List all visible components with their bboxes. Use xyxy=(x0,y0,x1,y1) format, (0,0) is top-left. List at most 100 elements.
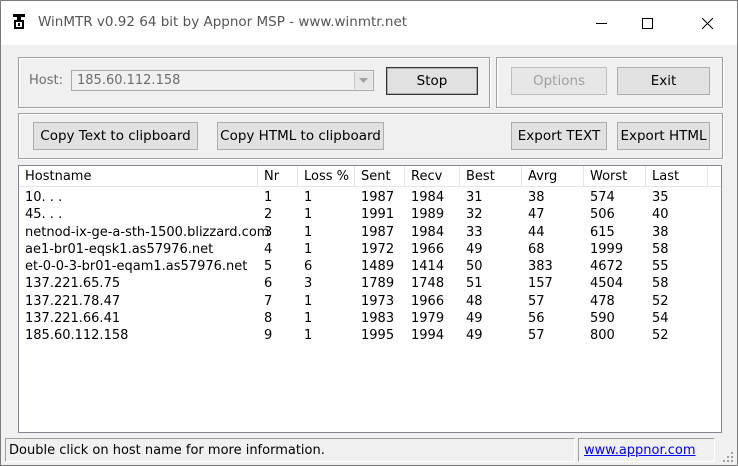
cell-recv: 1966 xyxy=(411,241,445,257)
cell-last: 54 xyxy=(652,311,669,327)
host-value: 185.60.112.158 xyxy=(77,73,181,88)
cell-last: 58 xyxy=(652,241,669,257)
table-header: Hostname Nr Loss % Sent Recv Best Avrg W… xyxy=(19,166,721,187)
cell-last: 40 xyxy=(652,207,669,223)
copy-text-button[interactable]: Copy Text to clipboard xyxy=(33,122,198,150)
cell-hostname: 137.221.65.75 xyxy=(25,276,121,292)
cell-sent: 1987 xyxy=(361,224,395,240)
cell-nr: 3 xyxy=(264,224,273,240)
cell-recv: 1979 xyxy=(411,311,445,327)
column-header-last[interactable]: Last xyxy=(646,166,708,186)
cell-nr: 8 xyxy=(264,311,273,327)
cell-worst: 800 xyxy=(590,328,615,344)
column-header-hostname[interactable]: Hostname xyxy=(19,166,258,186)
column-header-worst[interactable]: Worst xyxy=(584,166,646,186)
stop-button[interactable]: Stop xyxy=(386,67,478,95)
table-body: 10. . . 1 1 1987 1984 31 38 574 35 45. . . 2 1 1991 1… xyxy=(19,189,721,345)
cell-best: 50 xyxy=(466,259,483,275)
cell-nr: 4 xyxy=(264,241,273,257)
cell-worst: 1999 xyxy=(590,241,624,257)
table-row[interactable]: 137.221.78.47 7 1 1973 1966 48 57 478 52 xyxy=(19,293,721,310)
chevron-down-icon xyxy=(359,78,368,83)
cell-worst: 590 xyxy=(590,311,615,327)
table-row[interactable]: netnod-ix-ge-a-sth-1500.blizzard.com 3 1 19… xyxy=(19,224,721,241)
host-label: Host: xyxy=(29,73,63,88)
cell-best: 51 xyxy=(466,276,483,292)
table-row[interactable]: 10. . . 1 1 1987 1984 31 38 574 35 xyxy=(19,189,721,206)
column-header-nr[interactable]: Nr xyxy=(258,166,298,186)
close-icon xyxy=(701,17,713,29)
cell-worst: 506 xyxy=(590,207,615,223)
cell-recv: 1994 xyxy=(411,328,445,344)
table-row[interactable]: et-0-0-3-br01-eqam1.as57976.net 5 6 1489 141… xyxy=(19,258,721,275)
dropdown-button[interactable] xyxy=(354,72,372,89)
cell-best: 49 xyxy=(466,311,483,327)
title-bar[interactable]: WinMTR v0.92 64 bit by Appnor MSP - www.… xyxy=(1,1,737,45)
cell-loss: 1 xyxy=(304,207,313,223)
maximize-button[interactable] xyxy=(624,1,670,45)
cell-worst: 4672 xyxy=(590,259,624,275)
cell-sent: 1991 xyxy=(361,207,395,223)
resize-grip-icon[interactable] xyxy=(721,450,735,464)
cell-avrg: 47 xyxy=(528,207,545,223)
cell-nr: 2 xyxy=(264,207,273,223)
cell-recv: 1984 xyxy=(411,224,445,240)
table-row[interactable]: ae1-br01-eqsk1.as57976.net 4 1 1972 1966 49 68… xyxy=(19,241,721,258)
hops-table[interactable]: Hostname Nr Loss % Sent Recv Best Avrg W… xyxy=(18,165,722,433)
cell-hostname: 185.60.112.158 xyxy=(25,328,129,344)
cell-hostname: 137.221.78.47 xyxy=(25,293,121,309)
cell-nr: 5 xyxy=(264,259,273,275)
cell-avrg: 157 xyxy=(528,276,553,292)
cell-sent: 1489 xyxy=(361,259,395,275)
cell-loss: 1 xyxy=(304,241,313,257)
column-header-loss[interactable]: Loss % xyxy=(298,166,355,186)
cell-worst: 574 xyxy=(590,190,615,205)
cell-loss: 3 xyxy=(304,276,313,292)
copy-html-button[interactable]: Copy HTML to clipboard xyxy=(217,122,384,150)
cell-avrg: 383 xyxy=(528,259,553,275)
column-header-sent[interactable]: Sent xyxy=(355,166,405,186)
cell-recv: 1748 xyxy=(411,276,445,292)
cell-last: 58 xyxy=(652,276,669,292)
window-title: WinMTR v0.92 64 bit by Appnor MSP - www.… xyxy=(38,14,408,30)
host-combobox[interactable]: 185.60.112.158 xyxy=(71,70,374,91)
cell-best: 49 xyxy=(466,328,483,344)
close-button[interactable] xyxy=(684,1,730,45)
cell-recv: 1984 xyxy=(411,190,445,205)
appnor-link[interactable]: www.appnor.com xyxy=(578,438,715,462)
status-message: Double click on host name for more infor… xyxy=(5,438,575,462)
options-button[interactable]: Options xyxy=(511,67,607,95)
maximize-icon xyxy=(641,17,653,29)
cell-hostname: et-0-0-3-br01-eqam1.as57976.net xyxy=(25,259,248,275)
cell-last: 35 xyxy=(652,190,669,205)
cell-hostname: netnod-ix-ge-a-sth-1500.blizzard.com xyxy=(25,224,270,240)
cell-hostname: 45. . . xyxy=(25,207,63,223)
cell-avrg: 44 xyxy=(528,224,545,240)
minimize-button[interactable] xyxy=(578,1,624,45)
export-text-button[interactable]: Export TEXT xyxy=(511,122,607,150)
cell-nr: 1 xyxy=(264,190,273,205)
cell-best: 49 xyxy=(466,241,483,257)
column-header-best[interactable]: Best xyxy=(460,166,522,186)
cell-recv: 1989 xyxy=(411,207,445,223)
cell-hostname: ae1-br01-eqsk1.as57976.net xyxy=(25,241,214,257)
cell-nr: 9 xyxy=(264,328,273,344)
column-header-recv[interactable]: Recv xyxy=(405,166,460,186)
minimize-icon xyxy=(595,22,607,24)
export-html-button[interactable]: Export HTML xyxy=(617,122,710,150)
cell-nr: 7 xyxy=(264,293,273,309)
cell-avrg: 57 xyxy=(528,293,545,309)
table-row[interactable]: 185.60.112.158 9 1 1995 1994 49 57 800 52 xyxy=(19,327,721,344)
exit-button[interactable]: Exit xyxy=(617,67,710,95)
cell-avrg: 68 xyxy=(528,241,545,257)
table-row[interactable]: 45. . . 2 1 1991 1989 32 47 506 40 xyxy=(19,206,721,223)
table-row[interactable]: 137.221.65.75 6 3 1789 1748 51 157 4504 58 xyxy=(19,275,721,292)
table-row[interactable]: 137.221.66.41 8 1 1983 1979 49 56 590 54 xyxy=(19,310,721,327)
winmtr-window: WinMTR v0.92 64 bit by Appnor MSP - www.… xyxy=(0,0,738,466)
cell-loss: 1 xyxy=(304,311,313,327)
cell-sent: 1789 xyxy=(361,276,395,292)
cell-worst: 4504 xyxy=(590,276,624,292)
column-header-avrg[interactable]: Avrg xyxy=(522,166,584,186)
cell-sent: 1987 xyxy=(361,190,395,205)
cell-worst: 478 xyxy=(590,293,615,309)
